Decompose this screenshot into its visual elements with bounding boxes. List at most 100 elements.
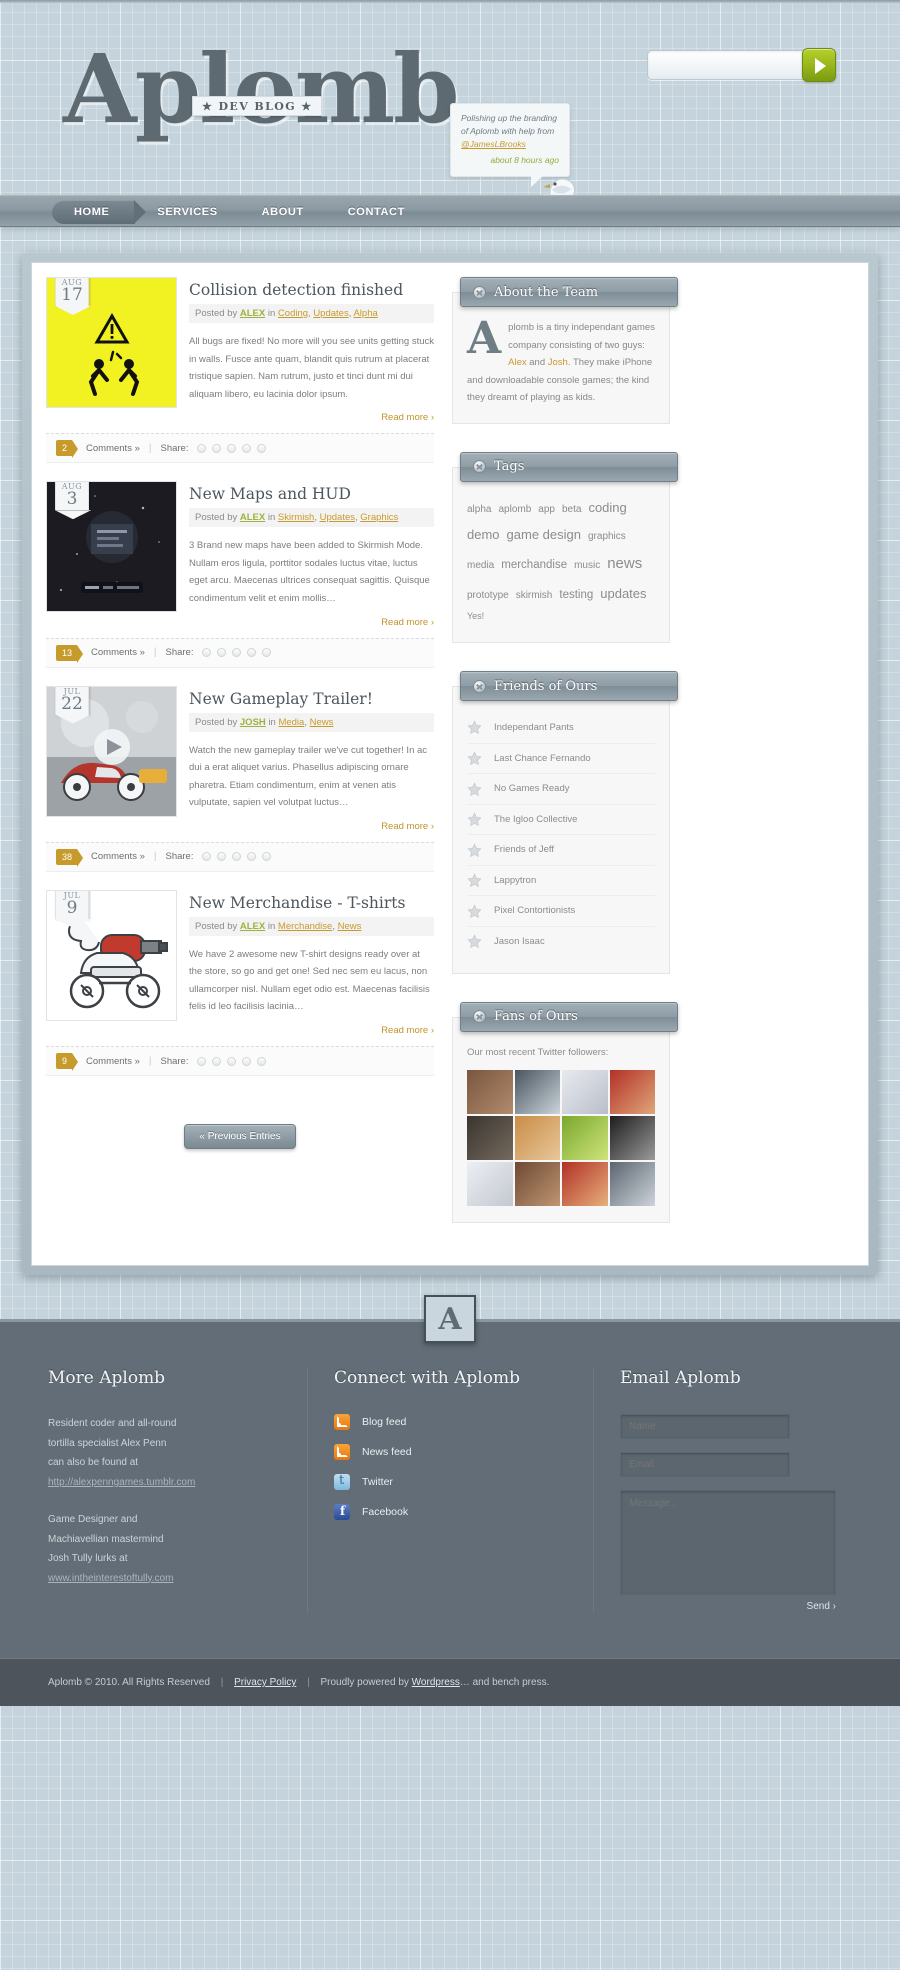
nav-item-contact[interactable]: CONTACT — [326, 200, 427, 224]
share-icon[interactable] — [212, 443, 222, 453]
list-item[interactable]: The Igloo Collective — [467, 805, 655, 836]
wordpress-link[interactable]: Wordpress — [412, 1677, 460, 1688]
post-comments-link[interactable]: Comments » — [91, 851, 145, 862]
tag-link[interactable]: game design — [507, 521, 581, 548]
list-item[interactable]: Facebook — [334, 1504, 567, 1521]
search-box[interactable] — [647, 50, 812, 80]
contact-message-textarea[interactable] — [620, 1490, 836, 1596]
friend-link[interactable]: No Games Ready — [494, 780, 570, 798]
share-icon[interactable] — [217, 852, 227, 862]
avatar[interactable] — [514, 1070, 560, 1115]
friend-link[interactable]: The Igloo Collective — [494, 811, 577, 829]
about-link-josh[interactable]: Josh — [548, 357, 568, 368]
list-item[interactable]: Jason Isaac — [467, 927, 655, 957]
avatar[interactable] — [467, 1162, 513, 1207]
list-item[interactable]: News feed — [334, 1444, 567, 1461]
footer-link-blog-feed[interactable]: Blog feed — [362, 1416, 406, 1428]
tag-link[interactable]: demo — [467, 521, 500, 548]
post-category-link[interactable]: Media — [278, 717, 304, 728]
about-link-alex[interactable]: Alex — [508, 357, 526, 368]
share-icon[interactable] — [232, 648, 242, 657]
tag-link[interactable]: testing — [559, 583, 593, 607]
post-title[interactable]: New Merchandise - T-shirts — [189, 894, 434, 912]
post-thumbnail[interactable]: AUG 3 — [46, 481, 177, 613]
share-icon[interactable] — [232, 852, 242, 862]
post-comments-link[interactable]: Comments » — [91, 647, 145, 658]
share-icon[interactable] — [202, 648, 212, 657]
nav-link-services[interactable]: SERVICES — [135, 200, 239, 224]
nav-item-home[interactable]: HOME — [52, 200, 147, 224]
avatar[interactable] — [562, 1162, 608, 1207]
post-thumbnail[interactable]: JUL 22 — [46, 685, 177, 817]
friend-link[interactable]: Lappytron — [494, 872, 536, 890]
footer-link-twitter[interactable]: Twitter — [362, 1476, 393, 1488]
post-read-more-link[interactable]: Read more › — [189, 821, 434, 832]
footer-link-josh-url[interactable]: www.intheinterestoftully.com — [48, 1573, 173, 1584]
friend-link[interactable]: Friends of Jeff — [494, 841, 554, 859]
nav-link-about[interactable]: ABOUT — [240, 200, 326, 224]
list-item[interactable]: Last Chance Fernando — [467, 744, 655, 775]
share-icon[interactable] — [242, 1056, 252, 1066]
list-item[interactable]: No Games Ready — [467, 774, 655, 805]
post-read-more-link[interactable]: Read more › — [189, 412, 434, 423]
nav-item-services[interactable]: SERVICES — [135, 200, 239, 224]
share-icon[interactable] — [262, 852, 272, 862]
share-icon[interactable] — [262, 648, 272, 657]
share-icon[interactable] — [247, 648, 257, 657]
share-icon[interactable] — [202, 852, 212, 862]
tag-link[interactable]: updates — [600, 580, 646, 607]
avatar[interactable] — [467, 1070, 513, 1115]
share-icon[interactable] — [197, 443, 207, 453]
share-icon[interactable] — [242, 443, 252, 453]
list-item[interactable]: Independant Pants — [467, 713, 655, 744]
tag-link[interactable]: prototype — [467, 585, 509, 606]
avatar[interactable] — [467, 1116, 513, 1161]
contact-email-input[interactable] — [620, 1452, 790, 1478]
post-read-more-link[interactable]: Read more › — [189, 1025, 434, 1036]
nav-link-contact[interactable]: CONTACT — [326, 200, 427, 224]
post-category-link[interactable]: News — [310, 717, 334, 728]
list-item[interactable]: Pixel Contortionists — [467, 896, 655, 928]
share-icon[interactable] — [212, 1056, 222, 1066]
post-title[interactable]: New Gameplay Trailer! — [189, 690, 434, 708]
post-thumbnail[interactable]: JUL 9 — [46, 889, 177, 1021]
tag-link[interactable]: news — [607, 548, 642, 580]
share-icons[interactable] — [202, 852, 272, 862]
footer-link-news-feed[interactable]: News feed — [362, 1446, 412, 1458]
tag-link[interactable]: skirmish — [516, 585, 553, 606]
share-icon[interactable] — [227, 443, 237, 453]
footer-link-facebook[interactable]: Facebook — [362, 1506, 408, 1518]
post-category-link[interactable]: News — [338, 921, 362, 932]
nav-item-about[interactable]: ABOUT — [240, 200, 326, 224]
list-item[interactable]: Friends of Jeff — [467, 835, 655, 866]
post-author-link[interactable]: ALEX — [240, 512, 265, 523]
post-category-link[interactable]: Updates — [320, 512, 355, 523]
previous-entries-button[interactable]: « Previous Entries — [184, 1124, 296, 1149]
post-category-link[interactable]: Merchandise — [278, 921, 332, 932]
tag-link[interactable]: graphics — [588, 526, 626, 547]
share-icons[interactable] — [197, 443, 267, 453]
share-icon[interactable] — [247, 852, 257, 862]
contact-name-input[interactable] — [620, 1414, 790, 1440]
post-category-link[interactable]: Alpha — [353, 308, 377, 319]
post-thumbnail[interactable]: AUG 17 — [46, 277, 177, 408]
share-icons[interactable] — [197, 1056, 267, 1066]
tag-link[interactable]: coding — [588, 494, 626, 521]
post-comments-link[interactable]: Comments » — [86, 1056, 140, 1067]
friend-link[interactable]: Independant Pants — [494, 719, 574, 737]
privacy-policy-link[interactable]: Privacy Policy — [234, 1677, 296, 1688]
main-navigation[interactable]: HOME SERVICES ABOUT CONTACT — [0, 195, 900, 227]
nav-link-home[interactable]: HOME — [52, 200, 136, 224]
avatar[interactable] — [514, 1162, 560, 1207]
friend-link[interactable]: Jason Isaac — [494, 933, 545, 951]
avatar[interactable] — [609, 1070, 655, 1115]
share-icon[interactable] — [257, 1056, 267, 1066]
post-author-link[interactable]: ALEX — [240, 308, 265, 319]
search-submit-button[interactable] — [802, 48, 836, 82]
share-icon[interactable] — [257, 443, 267, 453]
avatar[interactable] — [562, 1116, 608, 1161]
post-author-link[interactable]: JOSH — [240, 717, 266, 728]
post-title[interactable]: New Maps and HUD — [189, 485, 434, 503]
list-item[interactable]: Lappytron — [467, 866, 655, 897]
tweet-handle-link[interactable]: @JamesLBrooks — [461, 138, 559, 151]
